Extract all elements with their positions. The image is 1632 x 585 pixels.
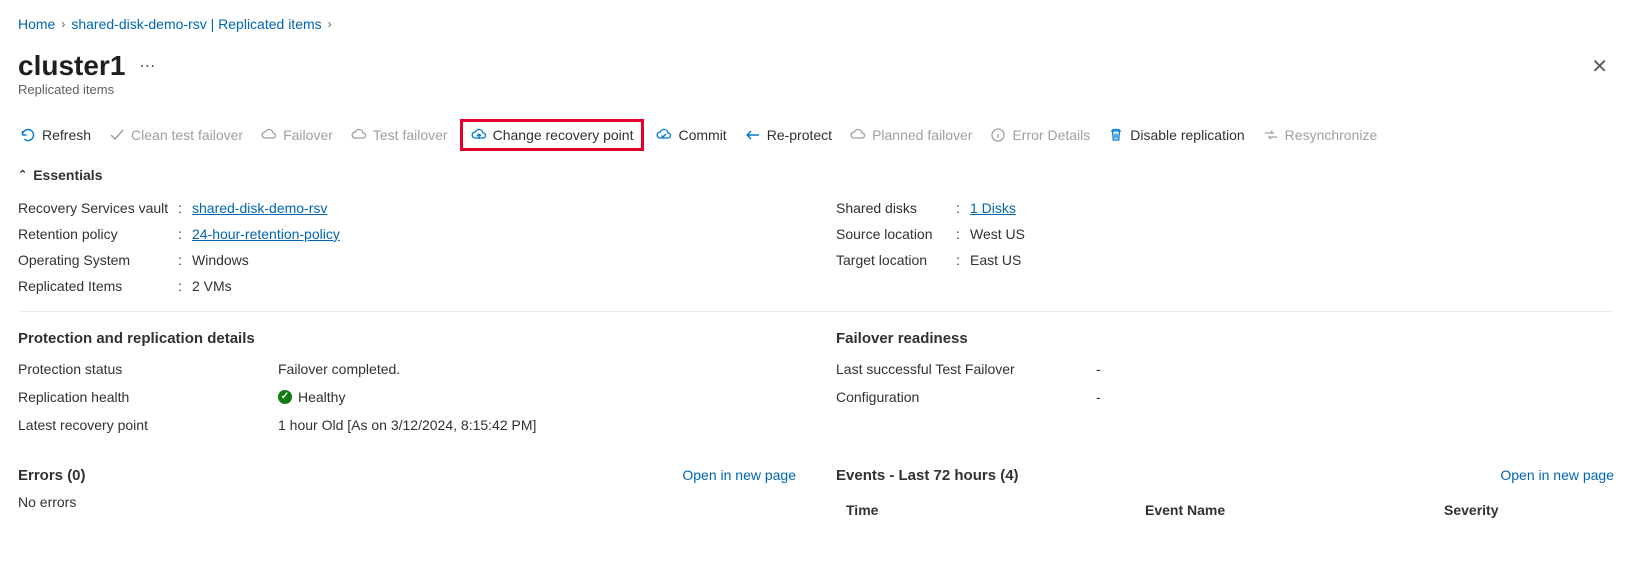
essentials-toggle[interactable]: ⌃ Essentials (18, 167, 102, 183)
last-test-value: - (1096, 361, 1101, 377)
events-col-severity: Severity (1444, 502, 1614, 518)
essentials-panel: Recovery Services vault : shared-disk-de… (18, 195, 1614, 299)
breadcrumb: Home › shared-disk-demo-rsv | Replicated… (18, 16, 1614, 32)
chevron-right-icon: › (328, 17, 332, 31)
breadcrumb-home[interactable]: Home (18, 16, 55, 32)
failover-label: Failover (283, 127, 333, 143)
disable-replication-label: Disable replication (1130, 127, 1244, 143)
events-title: Events - Last 72 hours (4) (836, 467, 1019, 484)
ess-retention-label: Retention policy (18, 226, 178, 242)
breadcrumb-vault[interactable]: shared-disk-demo-rsv | Replicated items (71, 16, 321, 32)
chevron-up-icon: ⌃ (18, 168, 27, 181)
planned-failover-button: Planned failover (848, 123, 974, 147)
protection-status-label: Protection status (18, 361, 278, 377)
failover-button: Failover (259, 123, 335, 147)
configuration-value: - (1096, 389, 1101, 405)
errors-empty: No errors (18, 494, 796, 510)
info-icon (990, 127, 1006, 143)
ess-target-label: Target location (836, 252, 956, 268)
healthy-icon (278, 390, 292, 404)
refresh-icon (20, 127, 36, 143)
arrow-left-icon (745, 127, 761, 143)
last-test-label: Last successful Test Failover (836, 361, 1096, 377)
test-failover-label: Test failover (373, 127, 448, 143)
refresh-button[interactable]: Refresh (18, 123, 93, 147)
ess-target-value: East US (970, 252, 1021, 268)
page-subtitle: Replicated items (18, 82, 1614, 97)
protection-section: Protection and replication details Prote… (18, 330, 796, 439)
refresh-label: Refresh (42, 127, 91, 143)
clean-test-failover-label: Clean test failover (131, 127, 243, 143)
protection-title: Protection and replication details (18, 330, 796, 347)
trash-icon (1108, 127, 1124, 143)
cloud-up-icon (471, 127, 487, 143)
configuration-label: Configuration (836, 389, 1096, 405)
reprotect-label: Re-protect (767, 127, 832, 143)
ess-os-value: Windows (192, 252, 249, 268)
latest-recovery-label: Latest recovery point (18, 417, 278, 433)
ess-retention-link[interactable]: 24-hour-retention-policy (192, 226, 340, 242)
protection-status-value: Failover completed. (278, 361, 400, 377)
events-open-link[interactable]: Open in new page (1500, 467, 1614, 483)
events-col-time: Time (836, 502, 1145, 518)
ess-source-label: Source location (836, 226, 956, 242)
test-failover-button: Test failover (349, 123, 450, 147)
essentials-label: Essentials (33, 167, 102, 183)
failover-readiness-title: Failover readiness (836, 330, 1614, 347)
cloud-icon (850, 127, 866, 143)
ess-shared-disks-label: Shared disks (836, 200, 956, 216)
disable-replication-button[interactable]: Disable replication (1106, 123, 1246, 147)
errors-open-link[interactable]: Open in new page (682, 467, 796, 483)
chevron-right-icon: › (61, 17, 65, 31)
ess-source-value: West US (970, 226, 1025, 242)
page-title: cluster1 (18, 50, 125, 82)
change-recovery-point-label: Change recovery point (493, 127, 634, 143)
cloud-check-icon (656, 127, 672, 143)
events-table-header: Time Event Name Severity (836, 494, 1614, 526)
events-col-name: Event Name (1145, 502, 1444, 518)
ess-os-label: Operating System (18, 252, 178, 268)
ess-shared-disks-link[interactable]: 1 Disks (970, 200, 1016, 216)
commit-label: Commit (678, 127, 726, 143)
errors-title: Errors (0) (18, 467, 86, 484)
reprotect-button[interactable]: Re-protect (743, 123, 834, 147)
ess-vault-link[interactable]: shared-disk-demo-rsv (192, 200, 327, 216)
command-bar: Refresh Clean test failover Failover Tes… (18, 119, 1614, 159)
clean-test-failover-button: Clean test failover (107, 123, 245, 147)
commit-button[interactable]: Commit (654, 123, 728, 147)
ess-replicated-value: 2 VMs (192, 278, 232, 294)
resynchronize-label: Resynchronize (1285, 127, 1378, 143)
replication-health-label: Replication health (18, 389, 278, 405)
change-recovery-point-button[interactable]: Change recovery point (460, 119, 645, 151)
close-button[interactable]: ✕ (1585, 52, 1614, 81)
latest-recovery-value: 1 hour Old [As on 3/12/2024, 8:15:42 PM] (278, 417, 536, 433)
cloud-icon (261, 127, 277, 143)
ess-replicated-label: Replicated Items (18, 278, 178, 294)
planned-failover-label: Planned failover (872, 127, 972, 143)
error-details-label: Error Details (1012, 127, 1090, 143)
replication-health-value: Healthy (298, 389, 345, 405)
divider (18, 311, 1614, 312)
sync-icon (1263, 127, 1279, 143)
cloud-icon (351, 127, 367, 143)
check-icon (109, 127, 125, 143)
more-actions-button[interactable]: ⋯ (135, 56, 159, 76)
ess-vault-label: Recovery Services vault (18, 200, 178, 216)
error-details-button: Error Details (988, 123, 1092, 147)
failover-readiness-section: Failover readiness Last successful Test … (836, 330, 1614, 439)
resynchronize-button: Resynchronize (1261, 123, 1380, 147)
